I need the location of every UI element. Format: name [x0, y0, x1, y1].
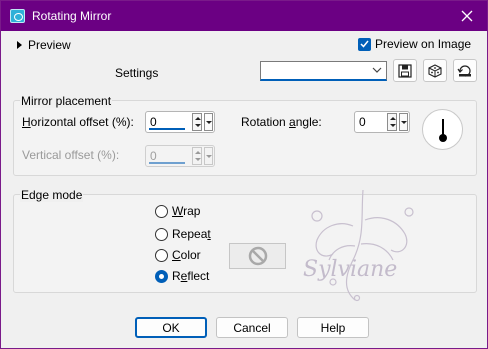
- radio-circle[interactable]: [155, 248, 168, 262]
- vertical-offset-dropdown[interactable]: [204, 147, 213, 165]
- ok-button[interactable]: OK: [135, 317, 207, 338]
- horizontal-offset-value[interactable]: 0: [150, 115, 157, 129]
- reset-icon: [457, 64, 471, 77]
- vertical-offset-underline: [149, 162, 185, 164]
- rotation-angle-value[interactable]: 0: [359, 115, 366, 129]
- preview-on-image-option[interactable]: Preview on Image: [358, 37, 471, 51]
- edge-mode-reflect-label: Reflect: [172, 269, 210, 283]
- title-bar[interactable]: Rotating Mirror: [1, 1, 487, 31]
- edge-mode-repeat-label: Repeat: [172, 227, 211, 241]
- help-button[interactable]: Help: [297, 317, 369, 338]
- save-preset-button[interactable]: [393, 59, 417, 82]
- settings-dropdown[interactable]: [260, 61, 387, 81]
- edge-mode-title: Edge mode: [20, 188, 84, 202]
- save-icon: [398, 63, 412, 78]
- horizontal-offset-label: Horizontal offset (%):: [22, 115, 134, 129]
- vertical-offset-spinner[interactable]: 0: [145, 145, 215, 167]
- window-title: Rotating Mirror: [32, 9, 112, 23]
- dice-icon: [428, 63, 442, 78]
- dial-knob: [439, 134, 447, 142]
- rotation-angle-dial[interactable]: [422, 109, 463, 150]
- edge-mode-wrap-label: Wrap: [172, 204, 201, 218]
- cancel-label: Cancel: [233, 320, 271, 335]
- horizontal-offset-underline: [149, 128, 185, 130]
- mirror-placement-title: Mirror placement: [20, 94, 113, 108]
- close-icon: [461, 10, 473, 22]
- disabled-icon: [248, 246, 267, 266]
- rotation-angle-dropdown[interactable]: [399, 113, 408, 131]
- cancel-button[interactable]: Cancel: [216, 317, 288, 338]
- app-icon: [10, 9, 25, 23]
- vertical-offset-label: Vertical offset (%):: [22, 148, 120, 162]
- rotating-mirror-dialog: Rotating Mirror Preview Preview on Image…: [0, 0, 488, 349]
- preview-on-image-label: Preview on Image: [375, 37, 472, 51]
- checkmark-icon: [360, 40, 369, 48]
- rotation-angle-spinner[interactable]: 0: [354, 111, 410, 133]
- horizontal-offset-stepper[interactable]: [192, 113, 202, 131]
- rotation-angle-label: Rotation angle:: [241, 115, 322, 129]
- randomize-button[interactable]: [423, 59, 447, 82]
- ok-label: OK: [162, 320, 180, 335]
- radio-circle[interactable]: [155, 227, 168, 241]
- edge-mode-wrap-radio[interactable]: Wrap: [155, 204, 200, 218]
- edge-mode-reflect-radio[interactable]: Reflect: [155, 269, 209, 283]
- radio-circle[interactable]: [155, 204, 168, 218]
- chevron-down-icon: [372, 67, 382, 73]
- preview-toggle-label: Preview: [28, 38, 71, 52]
- rotation-angle-stepper[interactable]: [387, 113, 397, 131]
- edge-mode-color-label: Color: [172, 248, 201, 262]
- preview-toggle[interactable]: Preview: [17, 38, 71, 52]
- edge-color-swatch[interactable]: [229, 243, 286, 269]
- reset-button[interactable]: [453, 59, 477, 82]
- preview-on-image-checkbox[interactable]: [358, 37, 371, 51]
- horizontal-offset-dropdown[interactable]: [204, 113, 213, 131]
- edge-mode-color-radio[interactable]: Color: [155, 248, 201, 262]
- close-button[interactable]: [447, 1, 487, 31]
- vertical-offset-stepper[interactable]: [192, 147, 202, 165]
- help-label: Help: [320, 320, 346, 335]
- expand-triangle-icon: [17, 41, 22, 49]
- horizontal-offset-spinner[interactable]: 0: [145, 111, 215, 133]
- vertical-offset-value[interactable]: 0: [150, 149, 157, 163]
- radio-circle[interactable]: [155, 269, 168, 283]
- settings-label: Settings: [115, 66, 159, 80]
- edge-mode-repeat-radio[interactable]: Repeat: [155, 227, 211, 241]
